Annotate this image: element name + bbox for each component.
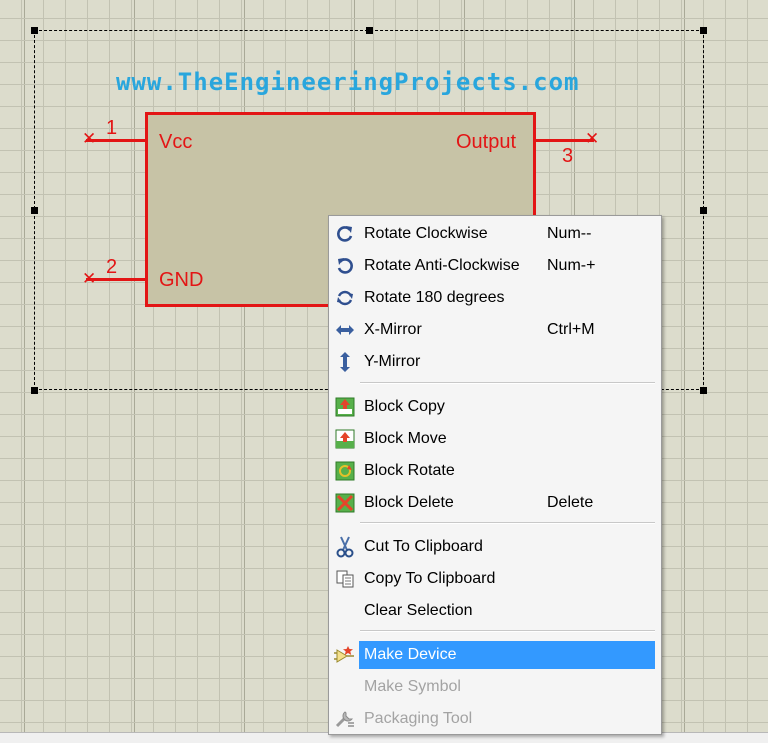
menu-separator [360, 630, 655, 632]
selection-handle[interactable] [31, 387, 38, 394]
context-menu: Rotate Clockwise Num-- Rotate Anti-Clock… [328, 215, 662, 735]
copy-icon [334, 569, 356, 589]
pin-2-label: GND [159, 269, 204, 291]
x-mirror-icon [334, 320, 356, 340]
menu-item-x-mirror[interactable]: X-Mirror Ctrl+M [331, 316, 657, 344]
selection-handle[interactable] [700, 387, 707, 394]
menu-separator [360, 522, 655, 524]
pin-3-number: 3 [562, 145, 574, 167]
menu-separator [360, 382, 655, 384]
selection-handle[interactable] [31, 207, 38, 214]
menu-item-block-move[interactable]: Block Move [331, 425, 657, 453]
menu-item-cut-to-clipboard[interactable]: Cut To Clipboard [331, 533, 657, 561]
pin-1-end-icon[interactable]: ✕ [82, 131, 96, 148]
menu-item-make-device[interactable]: Make Device [359, 641, 655, 669]
scissors-icon [334, 536, 356, 558]
pin-3-end-icon[interactable]: ✕ [585, 131, 599, 148]
menu-item-packaging-tool[interactable]: Packaging Tool [331, 705, 657, 733]
menu-item-rotate-anticlockwise[interactable]: Rotate Anti-Clockwise Num-+ [331, 252, 657, 280]
watermark-text: www.TheEngineeringProjects.com [116, 68, 580, 96]
make-device-icon [334, 645, 356, 665]
menu-item-block-delete[interactable]: Block Delete Delete [331, 489, 657, 517]
menu-item-block-copy[interactable]: Block Copy [331, 393, 657, 421]
pin-1-number: 1 [106, 117, 118, 139]
menu-item-block-rotate[interactable]: Block Rotate [331, 457, 657, 485]
menu-item-rotate-180[interactable]: Rotate 180 degrees [331, 284, 657, 312]
pin-2-number: 2 [106, 256, 118, 278]
rotate-180-icon [334, 288, 356, 308]
menu-item-copy-to-clipboard[interactable]: Copy To Clipboard [331, 565, 657, 593]
pin-1-label: Vcc [159, 131, 193, 153]
selection-handle[interactable] [366, 27, 373, 34]
selection-handle[interactable] [700, 207, 707, 214]
menu-item-clear-selection[interactable]: Clear Selection [331, 597, 657, 625]
make-device-icon-cell[interactable] [331, 641, 357, 669]
rotate-anticlockwise-icon [334, 256, 356, 276]
y-mirror-icon [334, 352, 356, 372]
block-delete-icon [334, 493, 356, 513]
menu-item-make-symbol[interactable]: Make Symbol [331, 673, 657, 701]
selection-handle[interactable] [700, 27, 707, 34]
pin-3-label: Output [456, 131, 517, 153]
menu-item-rotate-clockwise[interactable]: Rotate Clockwise Num-- [331, 220, 657, 248]
menu-item-y-mirror[interactable]: Y-Mirror [331, 348, 657, 376]
selection-handle[interactable] [31, 27, 38, 34]
packaging-tool-icon [334, 709, 356, 729]
block-rotate-icon [334, 461, 356, 481]
block-move-icon [334, 429, 356, 449]
block-copy-icon [334, 397, 356, 417]
pin-2-end-icon[interactable]: ✕ [82, 271, 96, 288]
rotate-clockwise-icon [334, 224, 356, 244]
